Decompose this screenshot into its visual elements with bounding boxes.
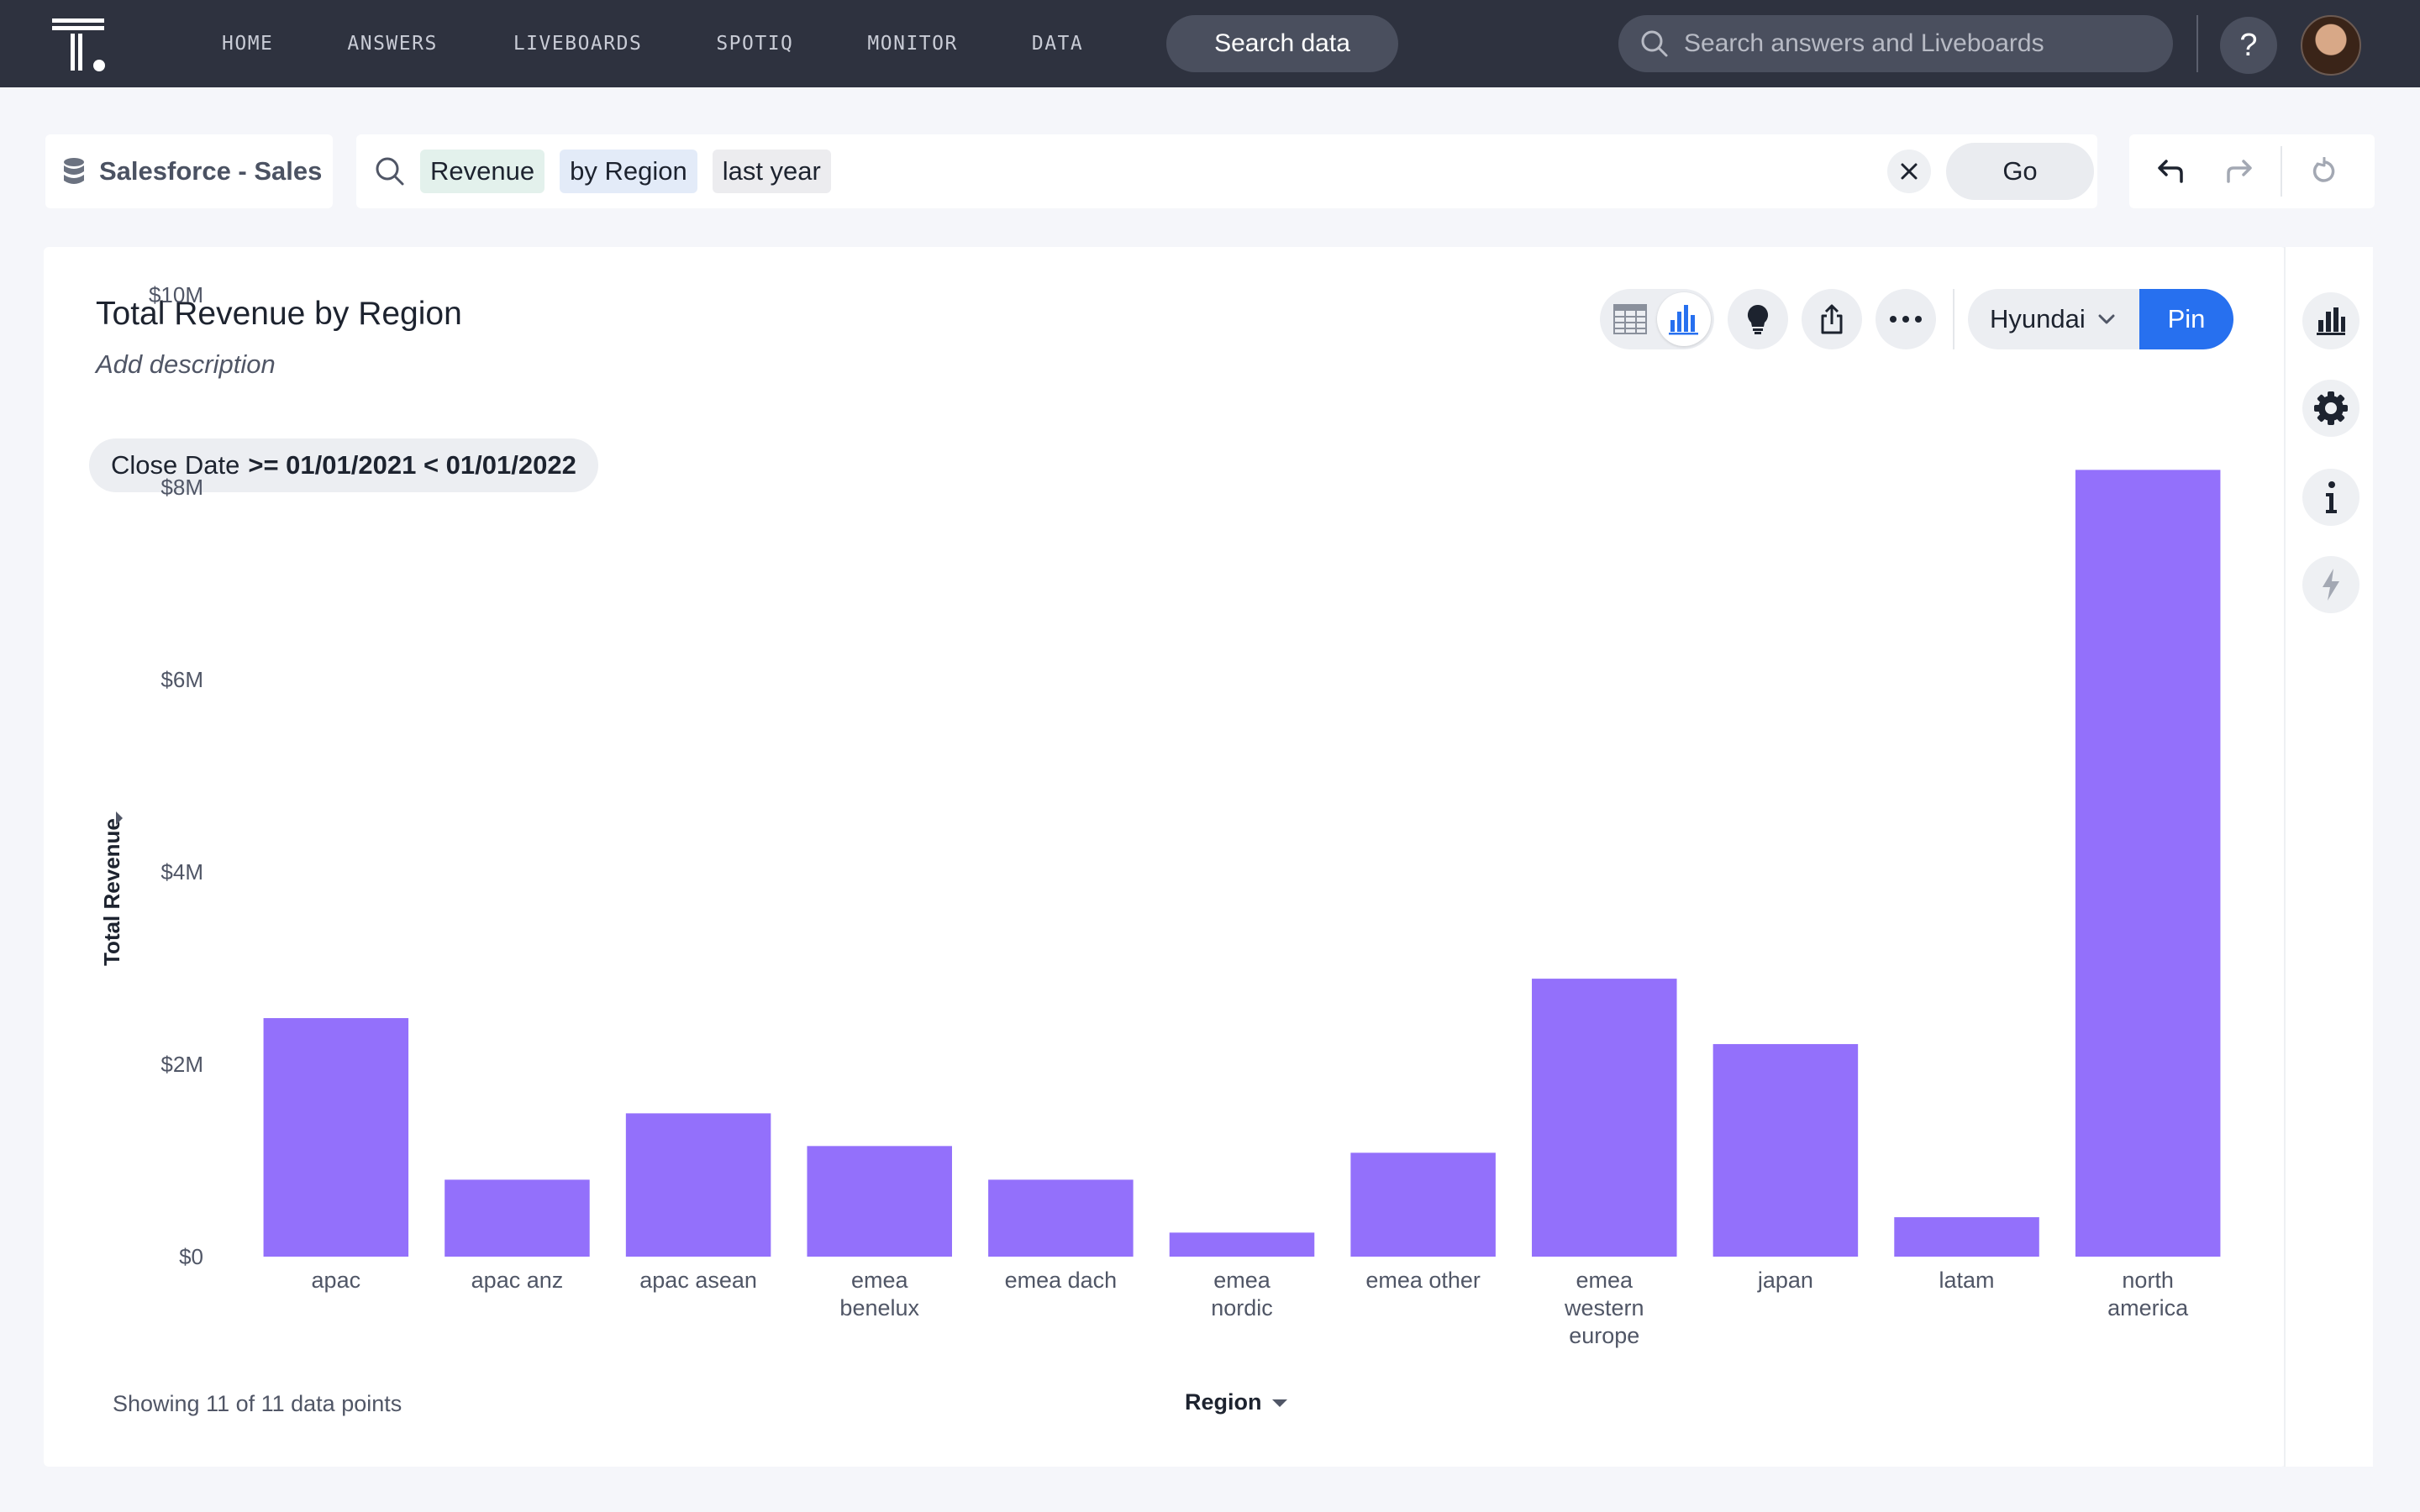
undo-button[interactable] [2138,146,2205,197]
lightning-button[interactable] [2302,556,2360,613]
reset-button[interactable] [2291,146,2358,197]
bar-emea-other[interactable] [1350,1152,1496,1257]
x-tick-label: apac [312,1268,361,1293]
user-avatar[interactable] [2301,15,2361,76]
data-points-info: Showing 11 of 11 data points [113,1391,402,1416]
search-icon [1641,30,1668,57]
x-tick-label: america [2107,1295,2189,1320]
undo-icon [2158,160,2183,183]
top-nav-bar: HOME ANSWERS LIVEBOARDS SPOTIQ MONITOR D… [0,0,2420,87]
x-axis-label: Region [1185,1389,1262,1415]
x-tick-label: nordic [1211,1295,1273,1320]
x-tick-label: emea other [1365,1268,1481,1293]
x-tick-label: europe [1569,1323,1639,1348]
y-tick-label: $4M [160,859,203,885]
bar-japan[interactable] [1712,1043,1859,1257]
x-tick-label: emea [851,1268,909,1293]
nav-home[interactable]: HOME [222,33,273,55]
reset-icon [2312,157,2335,182]
nav-answers[interactable]: ANSWERS [347,33,437,55]
bar-latam[interactable] [1894,1217,2039,1257]
bar-emea-benelux[interactable] [807,1146,952,1257]
info-button[interactable] [2302,469,2360,526]
x-axis-title[interactable]: Region [1185,1389,1289,1415]
close-icon [1901,163,1918,180]
x-tick-label: emea [1213,1268,1271,1293]
search-token-keyword[interactable]: last year [712,150,831,193]
nav-liveboards[interactable]: LIVEBOARDS [513,33,642,55]
bar-apac-anz[interactable] [445,1179,590,1257]
x-tick-label: benelux [839,1295,919,1320]
search-bar[interactable]: Revenue by Region last year Go [356,134,2097,208]
nav-spotiq[interactable]: SPOTIQ [716,33,793,55]
datasource-selector[interactable]: Salesforce - Sales [45,134,333,208]
bar-emea-nordic[interactable] [1169,1232,1315,1257]
x-tick-label: western [1564,1295,1644,1320]
nav-monitor[interactable]: MONITOR [867,33,957,55]
gear-icon [2314,391,2348,425]
clear-search-button[interactable] [1887,150,1931,193]
history-divider [2281,146,2282,197]
x-tick-label: apac asean [639,1268,757,1293]
redo-icon [2227,160,2252,183]
search-token-measure[interactable]: Revenue [420,150,545,193]
x-tick-label: japan [1757,1268,1813,1293]
main-nav: HOME ANSWERS LIVEBOARDS SPOTIQ MONITOR D… [222,0,1157,87]
chart-settings-button[interactable] [2302,380,2360,437]
y-tick-label: $6M [160,667,203,692]
x-tick-label: emea dach [1005,1268,1118,1293]
lightning-icon [2323,569,2339,601]
go-button[interactable]: Go [1946,143,2094,200]
nav-divider [2196,15,2198,72]
nav-data[interactable]: DATA [1032,33,1083,55]
global-search-placeholder: Search answers and Liveboards [1684,29,2044,57]
search-token-attribute[interactable]: by Region [560,150,697,193]
y-tick-label: $10M [149,282,203,307]
help-button[interactable]: ? [2220,17,2277,74]
y-tick-label: $0 [179,1244,203,1269]
bar-north-america[interactable] [2075,470,2221,1257]
x-tick-label: apac anz [471,1268,564,1293]
global-search-input[interactable]: Search answers and Liveboards [1618,15,2173,72]
search-icon [376,157,404,186]
bar-chart-icon [2317,307,2345,335]
info-icon [2326,481,2337,513]
datasource-label: Salesforce - Sales [99,156,323,186]
y-axis-title[interactable]: Total Revenue [99,818,124,966]
bar-emea-dach[interactable] [988,1179,1134,1257]
y-tick-label: $2M [160,1052,203,1077]
bar-chart: $0 $2M $4M $6M $8M $10M Total Revenue apac apac … [99,282,2221,1348]
search-data-button[interactable]: Search data [1166,15,1398,72]
x-tick-label: north [2122,1268,2174,1293]
right-rail [2284,247,2373,1467]
x-tick-label: latam [1939,1268,1995,1293]
bar-apac[interactable] [263,1018,409,1257]
history-controls [2129,134,2375,208]
x-tick-label: emea [1576,1268,1634,1293]
redo-button[interactable] [2205,146,2272,197]
bar-emea-western-europe[interactable] [1532,979,1677,1257]
database-icon [64,158,84,184]
chart-type-button[interactable] [2302,292,2360,349]
thoughtspot-logo[interactable] [52,18,111,72]
bar-apac-asean[interactable] [625,1113,771,1257]
caret-down-icon [1271,1399,1287,1407]
y-tick-label: $8M [160,475,203,500]
